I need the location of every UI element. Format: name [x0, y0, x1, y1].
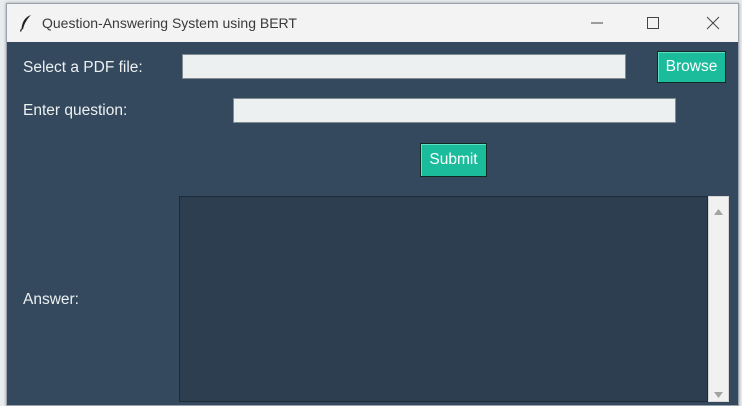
- scroll-up-arrow-icon[interactable]: [713, 203, 724, 221]
- app-window: Question-Answering System using BERT Sel…: [6, 3, 739, 406]
- feather-icon: [19, 14, 33, 32]
- close-button[interactable]: [690, 4, 736, 42]
- answer-text-area[interactable]: [179, 196, 708, 402]
- browse-button[interactable]: Browse: [657, 51, 726, 83]
- question-label: Enter question:: [23, 102, 128, 119]
- maximize-icon: [647, 17, 659, 29]
- minimize-icon: [591, 22, 603, 24]
- question-input[interactable]: [233, 98, 676, 123]
- scroll-down-arrow-icon[interactable]: [713, 386, 724, 404]
- maximize-button[interactable]: [630, 4, 676, 42]
- title-bar[interactable]: Question-Answering System using BERT: [7, 4, 738, 42]
- answer-label: Answer:: [23, 291, 79, 308]
- submit-button[interactable]: Submit: [420, 143, 487, 177]
- window-title: Question-Answering System using BERT: [42, 15, 297, 31]
- answer-scrollbar[interactable]: [708, 196, 729, 402]
- pdf-file-label: Select a PDF file:: [23, 59, 143, 76]
- pdf-path-input[interactable]: [182, 54, 626, 79]
- minimize-button[interactable]: [574, 4, 620, 42]
- close-icon: [706, 16, 720, 30]
